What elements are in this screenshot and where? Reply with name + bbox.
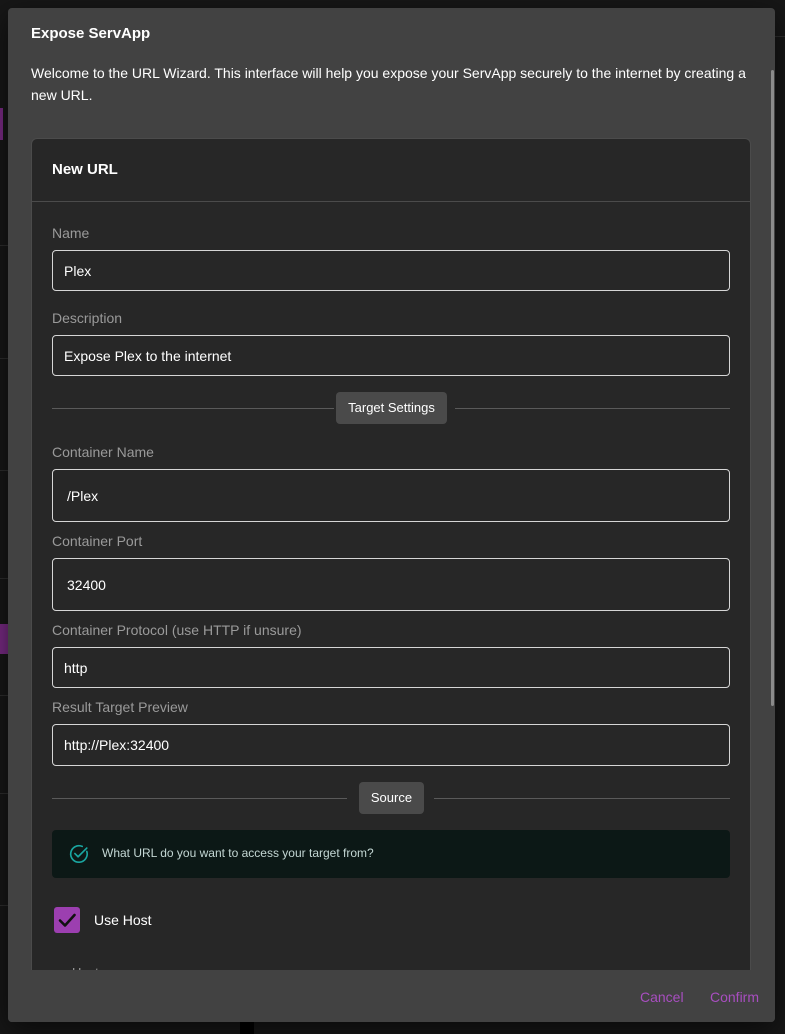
dialog-title: Expose ServApp: [31, 25, 151, 42]
expose-servapp-dialog: Expose ServApp Welcome to the URL Wizard…: [8, 8, 775, 1022]
background-divider: [0, 695, 8, 696]
source-info-alert: What URL do you want to access your targ…: [52, 830, 730, 878]
background-divider: [775, 36, 785, 37]
background-divider: [0, 245, 8, 246]
container-port-select[interactable]: [52, 558, 730, 611]
name-input[interactable]: [52, 250, 730, 291]
section-divider-left: [52, 408, 334, 409]
section-divider-right: [455, 408, 730, 409]
dialog-intro-text: Welcome to the URL Wizard. This interfac…: [31, 65, 746, 103]
background-divider: [0, 470, 8, 471]
checkmark-icon: [58, 913, 76, 927]
background-divider: [0, 793, 8, 794]
container-protocol-label: Container Protocol (use HTTP if unsure): [52, 622, 302, 638]
result-target-preview-input[interactable]: [52, 724, 730, 766]
background-accent-tab: [0, 108, 3, 140]
section-divider-right: [434, 798, 730, 799]
background-accent-button: [0, 624, 8, 654]
use-host-checkbox[interactable]: [54, 907, 80, 933]
source-divider-label: Source: [359, 782, 424, 814]
background-divider: [0, 358, 8, 359]
check-circle-icon: [69, 844, 89, 863]
name-label: Name: [52, 225, 90, 241]
description-input[interactable]: [52, 335, 730, 376]
card-header: New URL: [32, 139, 750, 202]
result-target-preview-label: Result Target Preview: [52, 699, 188, 715]
description-label: Description: [52, 310, 123, 326]
dialog-footer: Cancel Confirm: [8, 970, 775, 1022]
card-title: New URL: [52, 161, 118, 178]
container-protocol-input[interactable]: [52, 647, 730, 688]
container-port-label: Container Port: [52, 533, 143, 549]
source-info-text: What URL do you want to access your targ…: [102, 846, 374, 860]
container-name-label: Container Name: [52, 444, 154, 460]
use-host-label: Use Host: [94, 912, 152, 928]
dialog-scrollbar[interactable]: [771, 70, 774, 706]
section-divider-left: [52, 798, 347, 799]
target-settings-divider-label: Target Settings: [336, 392, 447, 424]
confirm-button[interactable]: Confirm: [710, 989, 759, 1005]
background-divider: [0, 578, 8, 579]
new-url-card: New URL Name Description Target Settings…: [31, 138, 751, 1000]
cancel-button[interactable]: Cancel: [640, 989, 684, 1005]
background-fragment: [240, 1022, 254, 1034]
container-name-select[interactable]: [52, 469, 730, 522]
background-divider: [0, 905, 8, 906]
